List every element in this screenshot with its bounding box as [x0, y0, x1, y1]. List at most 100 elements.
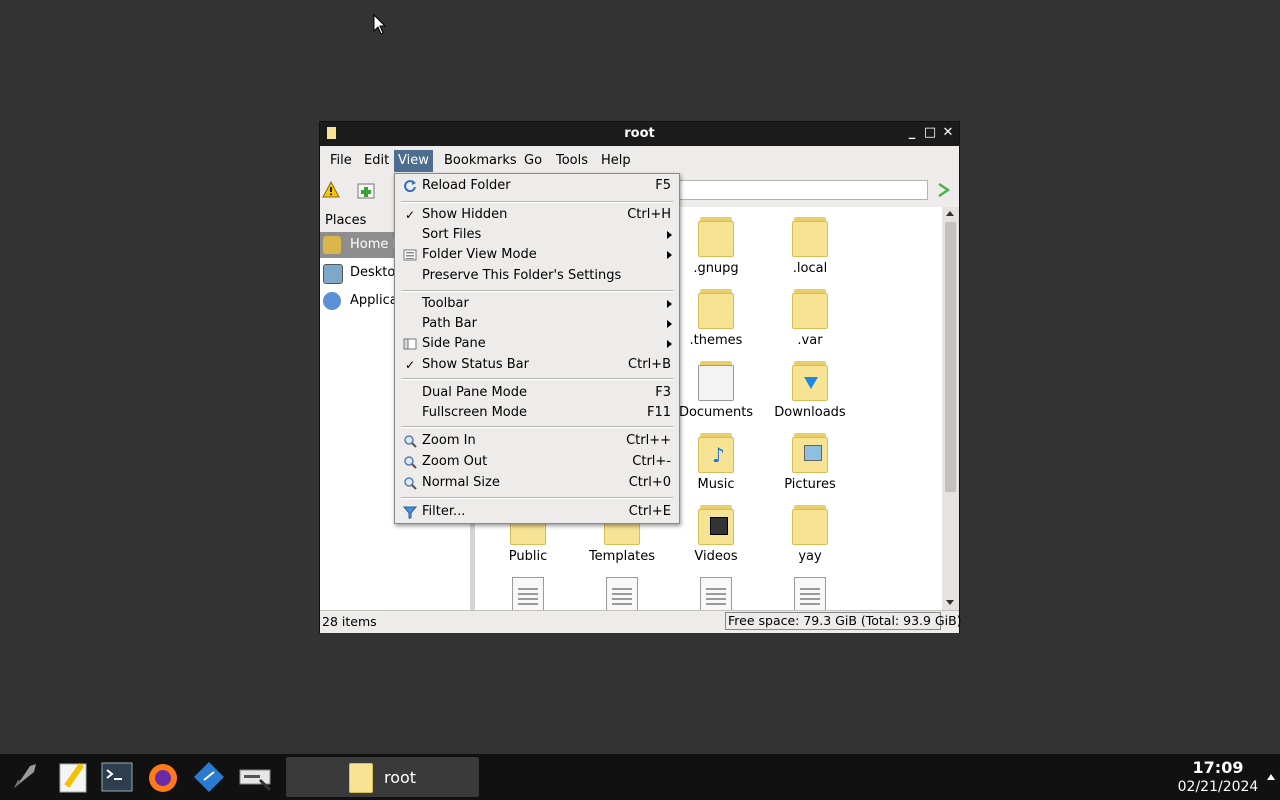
file-item[interactable] — [671, 577, 761, 610]
menu-separator — [401, 497, 673, 499]
file-item[interactable] — [577, 577, 667, 610]
menu-item-zoom-out[interactable]: Zoom Out Ctrl+- — [395, 452, 679, 472]
folder-icon — [349, 763, 373, 793]
zoom-normal-icon — [404, 477, 417, 490]
clock-time: 17:09 — [1192, 758, 1244, 777]
eject-icon[interactable] — [1267, 774, 1275, 780]
file-item[interactable]: .var — [765, 285, 855, 348]
submenu-arrow-icon — [667, 300, 672, 308]
mouse-cursor-icon — [373, 14, 387, 35]
menu-bar: File Edit View Bookmarks Go Tools Help — [320, 149, 959, 173]
window-title: root — [624, 126, 655, 141]
menu-view[interactable]: View — [394, 150, 433, 172]
taskbar-window-root[interactable]: root — [286, 757, 479, 797]
launcher-rocket-icon[interactable] — [8, 760, 42, 794]
menu-item-show-hidden[interactable]: ✓ Show Hidden Ctrl+H — [395, 205, 679, 225]
menu-item-toolbar[interactable]: Toolbar — [395, 294, 679, 314]
folder-icon — [698, 285, 734, 329]
menu-item-folder-view-mode[interactable]: Folder View Mode — [395, 245, 679, 265]
menu-item-fullscreen-mode[interactable]: Fullscreen Mode F11 — [395, 403, 679, 423]
clock-date: 02/21/2024 — [1177, 779, 1259, 795]
status-bar: 28 items Free space: 79.3 GiB (Total: 93… — [320, 610, 962, 633]
clock[interactable]: 17:09 02/21/2024 — [1168, 758, 1268, 795]
menu-tools[interactable]: Tools — [552, 150, 592, 172]
text-editor-icon[interactable] — [56, 760, 90, 794]
documents-folder-icon — [698, 357, 734, 401]
menu-item-reload-folder[interactable]: Reload Folder F5 — [395, 176, 679, 196]
side-pane-icon — [403, 338, 417, 350]
music-folder-icon: ♪ — [698, 429, 734, 473]
menu-item-zoom-in[interactable]: Zoom In Ctrl++ — [395, 431, 679, 451]
scrollbar-thumb[interactable] — [945, 222, 956, 492]
check-icon: ✓ — [405, 358, 416, 372]
close-button[interactable]: ✕ — [940, 125, 956, 141]
desktop-icon — [323, 264, 343, 284]
file-item[interactable] — [483, 577, 573, 610]
folder-icon — [792, 213, 828, 257]
submenu-arrow-icon — [667, 251, 672, 259]
item-count: 28 items — [322, 614, 377, 629]
file-item[interactable]: Downloads — [765, 357, 855, 420]
reload-icon — [404, 180, 416, 193]
submenu-arrow-icon — [667, 340, 672, 348]
file-item[interactable]: .themes — [671, 285, 761, 348]
file-item[interactable] — [765, 577, 855, 610]
check-icon: ✓ — [405, 208, 416, 222]
taskbar: root 17:09 02/21/2024 — [0, 754, 1280, 800]
places-header: Places — [325, 213, 367, 228]
menu-separator — [401, 290, 673, 292]
folder-icon — [698, 213, 734, 257]
disk-tool-icon[interactable] — [238, 760, 272, 794]
menu-edit[interactable]: Edit — [360, 150, 393, 172]
file-item[interactable]: yay — [765, 501, 855, 564]
pictures-folder-icon — [792, 429, 828, 473]
applications-icon — [323, 292, 341, 310]
file-item[interactable]: ♪ Music — [671, 429, 761, 492]
submenu-arrow-icon — [667, 320, 672, 328]
maximize-button[interactable]: □ — [922, 125, 938, 141]
scroll-up-icon[interactable] — [946, 211, 954, 216]
menu-item-dual-pane-mode[interactable]: Dual Pane Mode F3 — [395, 383, 679, 403]
menu-separator — [401, 201, 673, 203]
file-item[interactable]: .gnupg — [671, 213, 761, 276]
downloads-folder-icon — [792, 357, 828, 401]
minimize-button[interactable]: _ — [904, 125, 920, 141]
terminal-icon[interactable] — [100, 760, 134, 794]
menu-item-path-bar[interactable]: Path Bar — [395, 314, 679, 334]
new-tab-icon[interactable] — [357, 181, 375, 199]
scroll-down-icon[interactable] — [946, 600, 954, 605]
menu-item-normal-size[interactable]: Normal Size Ctrl+0 — [395, 473, 679, 493]
menu-help[interactable]: Help — [597, 150, 635, 172]
file-item[interactable]: Documents — [671, 357, 761, 420]
text-file-icon — [512, 577, 544, 610]
file-item[interactable]: Videos — [671, 501, 761, 564]
title-bar[interactable]: root _ □ ✕ — [320, 122, 959, 146]
menu-item-filter[interactable]: Filter... Ctrl+E — [395, 502, 679, 522]
go-arrow-icon[interactable] — [936, 183, 950, 197]
vertical-scrollbar[interactable] — [942, 207, 959, 610]
folder-icon — [792, 501, 828, 545]
folder-icon — [792, 285, 828, 329]
menu-go[interactable]: Go — [520, 150, 546, 172]
menu-file[interactable]: File — [326, 150, 356, 172]
file-item[interactable]: .local — [765, 213, 855, 276]
path-input[interactable] — [678, 180, 928, 200]
view-mode-icon — [403, 249, 417, 261]
zoom-out-icon — [404, 456, 417, 469]
developer-tool-icon[interactable] — [192, 760, 226, 794]
menu-item-preserve-settings[interactable]: Preserve This Folder's Settings — [395, 266, 679, 286]
text-file-icon — [794, 577, 826, 610]
menu-separator — [401, 426, 673, 428]
menu-item-show-status-bar[interactable]: ✓ Show Status Bar Ctrl+B — [395, 355, 679, 375]
menu-bookmarks[interactable]: Bookmarks — [440, 150, 521, 172]
menu-item-sort-files[interactable]: Sort Files — [395, 225, 679, 245]
free-space: Free space: 79.3 GiB (Total: 93.9 GiB) — [725, 612, 962, 630]
zoom-in-icon — [404, 435, 417, 448]
firefox-icon[interactable] — [146, 760, 180, 794]
home-folder-icon — [323, 236, 341, 254]
view-menu-dropdown: Reload Folder F5 ✓ Show Hidden Ctrl+H So… — [394, 173, 680, 524]
menu-item-side-pane[interactable]: Side Pane — [395, 334, 679, 354]
videos-folder-icon — [698, 501, 734, 545]
file-item[interactable]: Pictures — [765, 429, 855, 492]
warning-icon[interactable] — [322, 181, 340, 198]
